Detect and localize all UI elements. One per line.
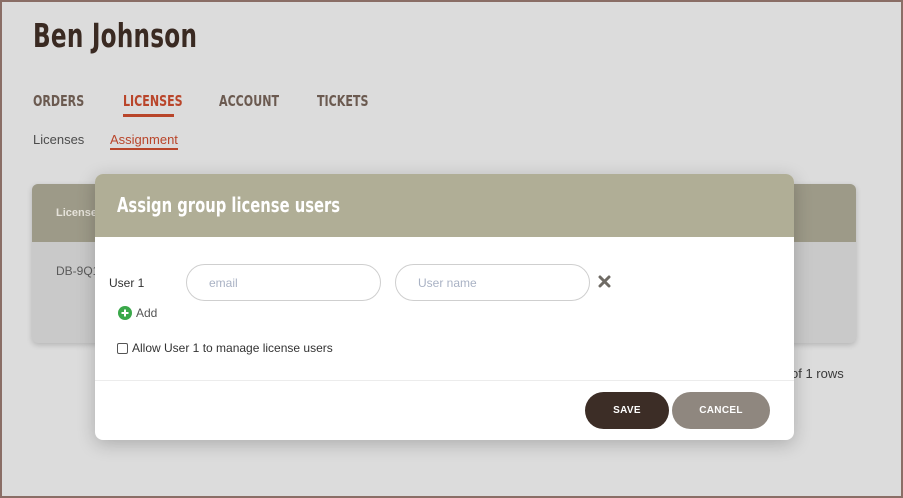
manage-users-checkbox-label[interactable]: Allow User 1 to manage license users (132, 341, 333, 355)
modal-header: Assign group license users (95, 174, 794, 237)
assign-users-modal: Assign group license users User 1 Add Al… (95, 174, 794, 440)
tab-tickets[interactable]: TICKETS (317, 92, 368, 110)
add-user-label: Add (136, 306, 158, 320)
modal-footer-divider (95, 380, 794, 381)
save-button[interactable]: SAVE (585, 392, 669, 429)
email-input[interactable] (186, 264, 381, 301)
active-tab-indicator (123, 114, 174, 117)
username-input[interactable] (395, 264, 590, 301)
table-column-header: License (56, 207, 97, 219)
subnav-licenses[interactable]: Licenses (33, 132, 84, 147)
manage-users-option: Allow User 1 to manage license users (117, 341, 333, 355)
add-user-button[interactable]: Add (118, 306, 157, 320)
close-x-icon[interactable] (598, 275, 611, 288)
user-row-label: User 1 (109, 276, 145, 290)
page-title: Ben Johnson (33, 16, 198, 55)
plus-circle-icon (118, 306, 132, 320)
manage-users-checkbox[interactable] (117, 342, 128, 354)
cancel-button[interactable]: CANCEL (672, 392, 770, 429)
table-cell-license: DB-9Q1 (56, 264, 100, 278)
tab-licenses[interactable]: LICENSES (123, 92, 183, 110)
modal-title: Assign group license users (117, 193, 341, 217)
tab-orders[interactable]: ORDERS (33, 92, 84, 110)
pagination-rows-text: of 1 rows (791, 366, 844, 381)
subnav-assignment[interactable]: Assignment (110, 132, 178, 150)
tab-account[interactable]: ACCOUNT (219, 92, 279, 110)
